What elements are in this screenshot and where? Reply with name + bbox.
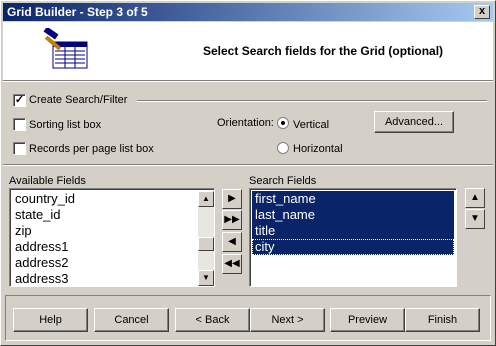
list-item[interactable]: address2 (12, 255, 196, 271)
arrow-down-icon: ▼ (470, 213, 480, 224)
grid-wizard-icon (43, 28, 88, 69)
list-item[interactable]: address3 (12, 271, 196, 286)
orientation-horizontal-label: Horizontal (293, 143, 343, 155)
arrow-up-icon: ▲ (470, 192, 480, 203)
list-item[interactable]: country_id (12, 191, 196, 207)
header-divider (3, 80, 493, 82)
list-item[interactable]: first_name (252, 191, 454, 207)
step-heading: Select Search fields for the Grid (optio… (203, 44, 444, 58)
sorting-checkbox[interactable] (13, 118, 26, 131)
move-all-left-button[interactable]: ◀◀ (222, 254, 242, 274)
sorting-label: Sorting list box (29, 119, 102, 131)
orientation-vertical-radio[interactable] (277, 117, 289, 129)
move-right-button[interactable]: ▶ (222, 189, 242, 209)
finish-button[interactable]: Finish (405, 308, 480, 332)
create-search-checkbox[interactable]: ✓ (13, 94, 26, 107)
move-up-button[interactable]: ▲ (465, 188, 485, 208)
title-bar[interactable]: Grid Builder - Step 3 of 5 x (3, 3, 493, 21)
wizard-header: Select Search fields for the Grid (optio… (3, 22, 493, 80)
window-title: Grid Builder - Step 3 of 5 (7, 5, 148, 19)
list-item[interactable]: zip (12, 223, 196, 239)
move-down-button[interactable]: ▼ (465, 209, 485, 229)
scroll-thumb[interactable] (198, 237, 214, 251)
next-button[interactable]: Next > (250, 308, 325, 332)
arrow-right-icon: ▶ (228, 193, 236, 204)
available-fields-list[interactable]: country_id state_id zip address1 address… (9, 188, 215, 287)
grid-builder-window: Grid Builder - Step 3 of 5 x Select Sear… (0, 0, 496, 346)
back-button[interactable]: < Back (175, 308, 250, 332)
create-search-label: Create Search/Filter (29, 94, 128, 106)
available-scrollbar[interactable]: ▲ ▼ (198, 191, 214, 286)
help-button[interactable]: Help (13, 308, 88, 332)
list-item[interactable]: title (252, 223, 454, 239)
search-fields-label: Search Fields (249, 175, 317, 187)
move-all-right-button[interactable]: ▶▶ (222, 210, 242, 230)
records-per-page-checkbox[interactable] (13, 142, 26, 155)
scroll-down-icon[interactable]: ▼ (198, 270, 214, 286)
available-fields-label: Available Fields (9, 175, 86, 187)
orientation-label: Orientation: (217, 117, 274, 129)
list-item[interactable]: address1 (12, 239, 196, 255)
move-left-button[interactable]: ◀ (222, 232, 242, 252)
orientation-vertical-label: Vertical (293, 119, 330, 131)
search-fields-list[interactable]: first_name last_name title city (249, 188, 457, 287)
preview-button[interactable]: Preview (330, 308, 405, 332)
checkmark-icon: ✓ (14, 94, 25, 106)
advanced-button[interactable]: Advanced... (374, 111, 454, 133)
close-button[interactable]: x (474, 5, 490, 19)
cancel-button[interactable]: Cancel (94, 308, 169, 332)
records-per-page-label: Records per page list box (29, 143, 154, 155)
arrow-left-icon: ◀ (228, 236, 236, 247)
orientation-horizontal-radio[interactable] (277, 142, 289, 154)
list-item[interactable]: last_name (252, 207, 454, 223)
fields-divider (3, 164, 493, 166)
double-arrow-left-icon: ◀◀ (224, 258, 240, 269)
group-divider (137, 100, 487, 102)
list-item[interactable]: state_id (12, 207, 196, 223)
list-item[interactable]: city (252, 239, 454, 255)
double-arrow-right-icon: ▶▶ (224, 214, 240, 225)
scroll-up-icon[interactable]: ▲ (198, 191, 214, 207)
